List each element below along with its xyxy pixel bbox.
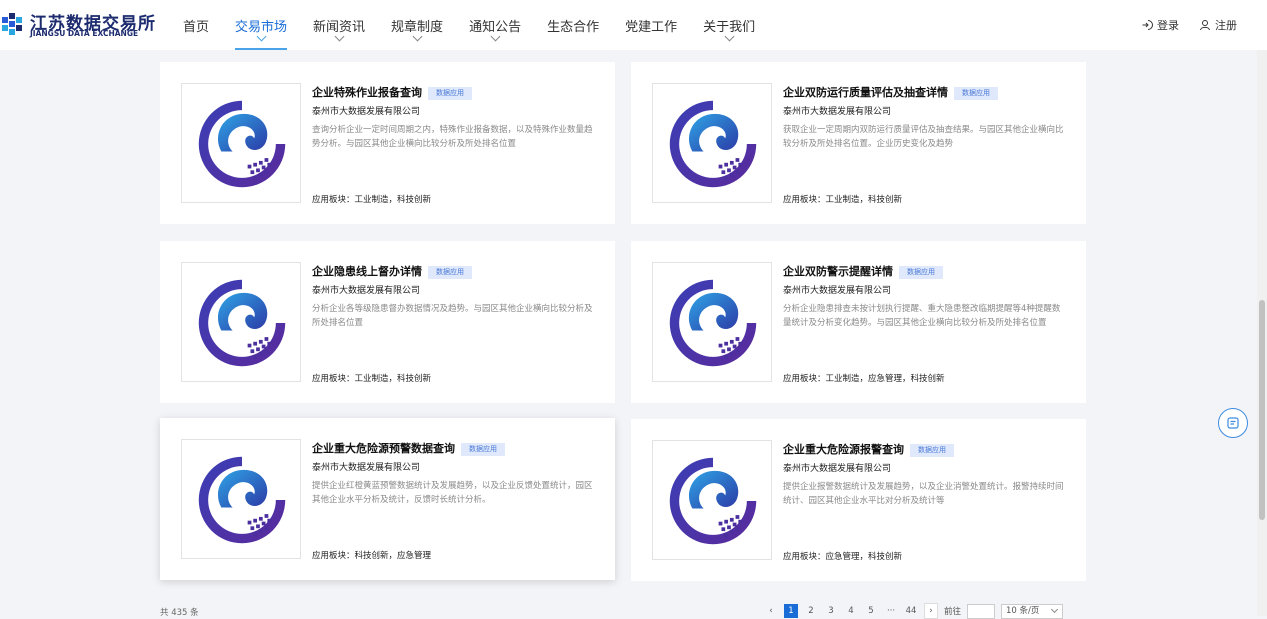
product-title[interactable]: 企业特殊作业报备查询 数据应用 xyxy=(312,84,472,100)
logo-mark-icon xyxy=(2,13,22,35)
scrollbar-thumb[interactable] xyxy=(1259,300,1265,520)
product-company: 泰州市大数据发展有限公司 xyxy=(783,107,892,117)
nav-item[interactable]: 生态合作 xyxy=(534,0,612,50)
nav-item[interactable]: 首页 xyxy=(170,0,222,50)
service-icon xyxy=(1227,417,1239,429)
total-count: 共 435 条 xyxy=(160,608,199,618)
product-scope: 应用板块：工业制造，科技创新 xyxy=(783,195,903,205)
nav-item-label: 生态合作 xyxy=(547,20,600,35)
logo-subtitle: JIANGSU DATA EXCHANGE xyxy=(30,29,139,38)
jump-label: 前往 xyxy=(944,607,962,617)
product-company: 泰州市大数据发展有限公司 xyxy=(312,286,421,296)
auth-links: 登录 注册 xyxy=(1141,17,1237,33)
floating-service-button[interactable] xyxy=(1218,408,1248,438)
product-logo-icon xyxy=(198,279,286,367)
product-description: 提供企业报警数据统计及发展趋势，以及企业消警处置统计。报警持续时间统计、园区其他… xyxy=(783,482,1064,506)
product-logo-icon xyxy=(669,100,757,188)
product-tag: 数据应用 xyxy=(899,266,943,279)
product-logo-icon xyxy=(198,456,286,544)
product-tag: 数据应用 xyxy=(461,443,505,456)
user-icon xyxy=(1200,20,1210,31)
nav-item[interactable]: 规章制度 xyxy=(378,0,456,50)
product-card[interactable]: 企业双防运行质量评估及抽查详情 数据应用 泰州市大数据发展有限公司 获取企业一定周… xyxy=(631,62,1086,224)
product-description: 查询分析企业一定时间周期之内，特殊作业报备数据，以及特殊作业数量趋势分析。与园区… xyxy=(312,125,593,149)
product-logo-icon xyxy=(669,457,757,545)
product-description: 分析企业各等级隐患督办数据情况及趋势。与园区其他企业横向比较分析及所处排名位置 xyxy=(312,304,593,328)
product-tag: 数据应用 xyxy=(910,444,954,457)
product-title[interactable]: 企业双防警示提醒详情 数据应用 xyxy=(783,263,943,279)
product-title-text: 企业双防警示提醒详情 xyxy=(783,265,893,278)
product-card[interactable]: 企业特殊作业报备查询 数据应用 泰州市大数据发展有限公司 查询分析企业一定时间周期… xyxy=(160,62,615,224)
product-thumbnail xyxy=(652,262,772,382)
product-logo-icon xyxy=(198,100,286,188)
product-thumbnail xyxy=(652,83,772,203)
page-jump-input[interactable] xyxy=(967,603,996,619)
nav-item-label: 首页 xyxy=(183,20,210,35)
product-scope: 应用板块：应急管理，科技创新 xyxy=(783,552,903,562)
product-logo-icon xyxy=(669,279,757,367)
product-title-text: 企业重大危险源预警数据查询 xyxy=(312,442,455,455)
product-description: 分析企业隐患排查未按计划执行提醒、重大隐患整改临期提醒等4种提醒数量统计及分析变… xyxy=(783,304,1061,328)
product-scope: 应用板块：科技创新，应急管理 xyxy=(312,551,432,561)
pagination: ‹ 1 2 3 4 5 ··· 44 › 前往 10 条/页 xyxy=(764,603,1064,619)
product-title[interactable]: 企业隐患线上督办详情 数据应用 xyxy=(312,263,472,279)
product-scope: 应用板块：工业制造，应急管理，科技创新 xyxy=(783,374,945,384)
product-card[interactable]: 企业双防警示提醒详情 数据应用 泰州市大数据发展有限公司 分析企业隐患排查未按计划… xyxy=(631,241,1086,403)
login-label: 登录 xyxy=(1157,19,1179,32)
product-thumbnail xyxy=(181,262,301,382)
next-page-button[interactable]: › xyxy=(924,603,938,619)
product-company: 泰州市大数据发展有限公司 xyxy=(312,107,421,117)
product-title-text: 企业重大危险源报警查询 xyxy=(783,443,904,456)
nav-item-label: 党建工作 xyxy=(625,20,678,35)
register-link[interactable]: 注册 xyxy=(1199,17,1237,33)
product-thumbnail xyxy=(652,440,772,560)
page-size-select[interactable]: 10 条/页 xyxy=(1001,603,1064,619)
product-scope: 应用板块：工业制造，科技创新 xyxy=(312,195,432,205)
main-nav: 首页 交易市场 新闻资讯 规章制度 通知公告 生态合作 党建工作 关于我们 xyxy=(170,0,768,50)
top-header: 江苏数据交易所 JIANGSU DATA EXCHANGE 首页 交易市场 新闻资讯… xyxy=(0,0,1267,50)
product-scope: 应用板块：工业制造，科技创新 xyxy=(312,374,432,384)
site-logo[interactable]: 江苏数据交易所 JIANGSU DATA EXCHANGE xyxy=(0,9,155,41)
product-tag: 数据应用 xyxy=(954,87,998,100)
product-card[interactable]: 企业重大危险源预警数据查询 数据应用 泰州市大数据发展有限公司 提供企业红橙黄蓝预… xyxy=(160,418,615,580)
product-thumbnail xyxy=(181,83,301,203)
product-title-text: 企业特殊作业报备查询 xyxy=(312,86,422,99)
login-icon xyxy=(1142,20,1153,30)
product-company: 泰州市大数据发展有限公司 xyxy=(783,286,892,296)
product-company: 泰州市大数据发展有限公司 xyxy=(312,463,421,473)
product-card[interactable]: 企业重大危险源报警查询 数据应用 泰州市大数据发展有限公司 提供企业报警数据统计及… xyxy=(631,419,1086,581)
product-tag: 数据应用 xyxy=(428,266,472,279)
product-title-text: 企业隐患线上督办详情 xyxy=(312,265,422,278)
register-label: 注册 xyxy=(1215,19,1237,32)
product-title[interactable]: 企业重大危险源预警数据查询 数据应用 xyxy=(312,440,505,456)
product-title[interactable]: 企业双防运行质量评估及抽查详情 数据应用 xyxy=(783,84,998,100)
product-description: 获取企业一定周期内双防运行质量评估及抽查结果。与园区其他企业横向比较分析及所处排… xyxy=(783,125,1064,149)
product-description: 提供企业红橙黄蓝预警数据统计及发展趋势，以及企业反馈处置统计，园区其他企业水平分… xyxy=(312,481,593,505)
product-company: 泰州市大数据发展有限公司 xyxy=(783,464,892,474)
product-thumbnail xyxy=(181,439,301,559)
product-tag: 数据应用 xyxy=(428,87,472,100)
product-title-text: 企业双防运行质量评估及抽查详情 xyxy=(783,86,948,99)
nav-item[interactable]: 关于我们 xyxy=(690,0,768,50)
login-link[interactable]: 登录 xyxy=(1141,17,1179,33)
nav-item[interactable]: 交易市场 xyxy=(222,0,300,50)
nav-item[interactable]: 新闻资讯 xyxy=(300,0,378,50)
product-card[interactable]: 企业隐患线上督办详情 数据应用 泰州市大数据发展有限公司 分析企业各等级隐患督办数… xyxy=(160,241,615,403)
nav-item[interactable]: 通知公告 xyxy=(456,0,534,50)
nav-item[interactable]: 党建工作 xyxy=(612,0,690,50)
product-title[interactable]: 企业重大危险源报警查询 数据应用 xyxy=(783,441,954,457)
